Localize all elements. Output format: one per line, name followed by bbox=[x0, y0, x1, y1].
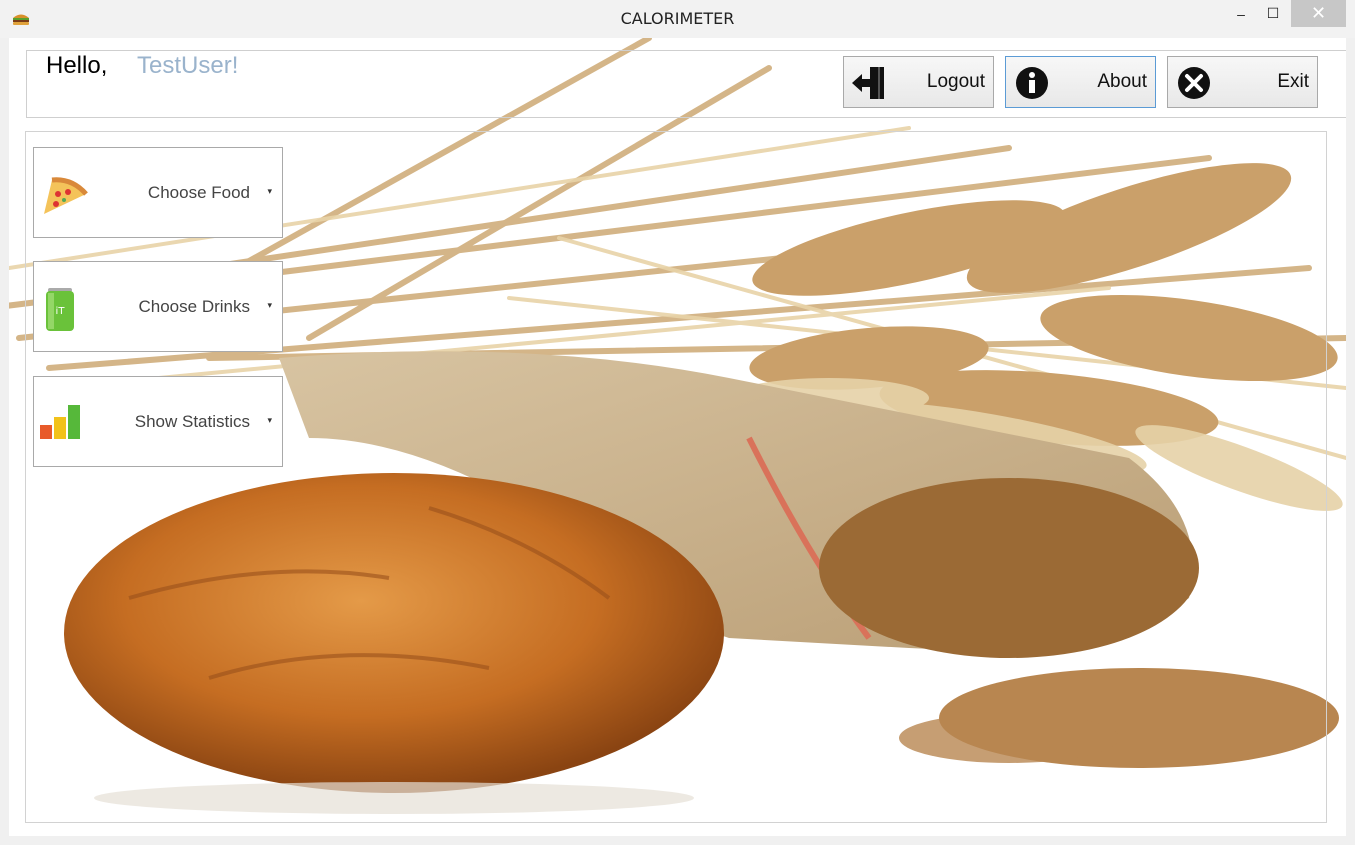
close-button[interactable]: ✕ bbox=[1291, 0, 1346, 27]
minimize-button[interactable]: – bbox=[1226, 0, 1256, 27]
maximize-button[interactable]: ☐ bbox=[1258, 0, 1288, 27]
choose-food-label: Choose Food bbox=[147, 183, 250, 202]
title-bar[interactable]: CALORIMETER – ☐ ✕ bbox=[0, 0, 1355, 38]
show-statistics-button[interactable]: Show Statistics ▾ bbox=[33, 376, 283, 467]
greeting-label: Hello, bbox=[46, 52, 108, 79]
username-label: TestUser! bbox=[129, 52, 247, 80]
show-statistics-label: Show Statistics bbox=[134, 412, 250, 431]
pizza-icon bbox=[44, 177, 88, 214]
logout-door-icon bbox=[852, 67, 884, 99]
chevron-down-icon: ▾ bbox=[267, 186, 272, 196]
chevron-down-icon: ▾ bbox=[267, 415, 272, 425]
main-window-content: Hello, TestUser! Logout About Exit Choos… bbox=[9, 38, 1346, 836]
drink-can-icon: iT bbox=[46, 288, 74, 331]
bar-chart-icon bbox=[40, 405, 80, 439]
chevron-down-icon: ▾ bbox=[267, 300, 272, 310]
choose-food-button[interactable]: Choose Food ▾ bbox=[33, 147, 283, 238]
about-label: About bbox=[1097, 71, 1147, 92]
window-title: CALORIMETER bbox=[620, 9, 735, 28]
info-icon bbox=[1016, 67, 1048, 99]
close-circle-icon bbox=[1178, 67, 1210, 99]
choose-drinks-label: Choose Drinks bbox=[138, 297, 251, 316]
svg-text:iT: iT bbox=[56, 306, 66, 317]
choose-drinks-button[interactable]: iT Choose Drinks ▾ bbox=[33, 261, 283, 352]
about-button[interactable]: About bbox=[1005, 56, 1156, 108]
logout-button[interactable]: Logout bbox=[843, 56, 994, 108]
logout-label: Logout bbox=[926, 71, 985, 92]
exit-button[interactable]: Exit bbox=[1167, 56, 1318, 108]
exit-label: Exit bbox=[1277, 71, 1309, 92]
